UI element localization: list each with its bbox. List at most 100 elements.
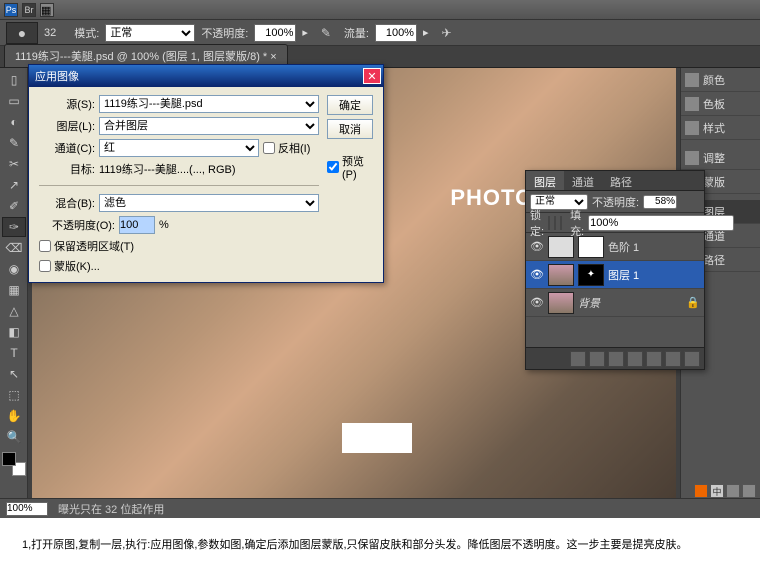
blend-select[interactable]: 滤色 — [99, 194, 319, 212]
layer-opacity-input[interactable] — [643, 195, 677, 209]
swatches-icon — [685, 97, 699, 111]
preserve-trans-checkbox[interactable]: 保留透明区域(T) — [39, 238, 319, 254]
shape-tool[interactable]: ⬚ — [2, 385, 26, 405]
tray-icon[interactable] — [726, 484, 740, 498]
stamp-tool[interactable]: ⌫ — [2, 238, 26, 258]
visibility-icon[interactable]: 👁 — [530, 296, 544, 310]
lock-icon: 🔒 — [686, 296, 700, 309]
layer-opacity-label: 不透明度: — [592, 194, 639, 210]
source-label: 源(S): — [39, 96, 95, 112]
layers-tab[interactable]: 图层 — [526, 171, 564, 190]
preview-checkbox[interactable]: 预览(P) — [327, 153, 373, 181]
br-icon[interactable]: Br — [22, 3, 36, 17]
source-select[interactable]: 1119练习---美腿.psd — [99, 95, 319, 113]
apply-image-dialog: 应用图像 ✕ 源(S): 1119练习---美腿.psd 图层(L): 合并图层… — [28, 64, 384, 283]
view-extras-icon[interactable]: ▦ — [40, 3, 54, 17]
mask-thumb — [578, 236, 604, 258]
target-value: 1119练习---美腿....(..., RGB) — [99, 161, 236, 177]
flow-input[interactable] — [375, 24, 417, 42]
fill-input[interactable] — [588, 215, 734, 231]
zoom-tool[interactable]: 🔍 — [2, 427, 26, 447]
target-label: 目标: — [39, 161, 95, 177]
layer-select[interactable]: 合并图层 — [99, 117, 319, 135]
pct-label: % — [159, 219, 169, 231]
new-fill-icon[interactable] — [627, 351, 643, 367]
status-bar: 曝光只在 32 位起作用 — [0, 498, 760, 518]
new-group-icon[interactable] — [646, 351, 662, 367]
dialog-title-text: 应用图像 — [35, 68, 79, 84]
tray-icon[interactable] — [694, 484, 708, 498]
brush-preset-picker[interactable]: ● — [6, 22, 38, 44]
hand-tool[interactable]: ✋ — [2, 406, 26, 426]
panel-tab-adjust[interactable]: 调整 — [681, 146, 760, 170]
pressure-opacity-icon[interactable]: ✎ — [314, 23, 338, 43]
lock-position-icon[interactable] — [554, 216, 556, 230]
channel-select[interactable]: 红 — [99, 139, 259, 157]
marquee-tool[interactable]: ▭ — [2, 91, 26, 111]
ime-icon[interactable]: 中 — [710, 484, 724, 498]
toolbox: ▯ ▭ ◐ ✎ ✂ ↗ ✐ ✑ ⌫ ◉ ▦ △ ◧ T ↖ ⬚ ✋ 🔍 — [0, 68, 28, 498]
panel-tab-styles[interactable]: 样式 — [681, 116, 760, 140]
blur-tool[interactable]: ◧ — [2, 322, 26, 342]
flow-slider-icon[interactable]: ▸ — [423, 26, 429, 39]
blend-mode-label: 模式: — [74, 25, 99, 41]
lock-pixels-icon[interactable] — [548, 216, 550, 230]
layer-name: 背景 — [578, 295, 600, 311]
opacity-input[interactable] — [254, 24, 296, 42]
opacity-slider-icon[interactable]: ▸ — [302, 26, 308, 39]
channels-tab[interactable]: 通道 — [564, 171, 602, 190]
brush-tool[interactable]: ✑ — [2, 217, 26, 237]
panel-tab-swatches[interactable]: 色板 — [681, 92, 760, 116]
layer-thumb — [548, 292, 574, 314]
brush-size-label: 32 — [44, 27, 56, 39]
opacity-label: 不透明度: — [201, 25, 248, 41]
panel-tab-color[interactable]: 颜色 — [681, 68, 760, 92]
layer-row-layer1[interactable]: 👁 ✦ 图层 1 — [526, 261, 704, 289]
cancel-button[interactable]: 取消 — [327, 119, 373, 139]
eyedropper-tool[interactable]: ↗ — [2, 175, 26, 195]
lasso-tool[interactable]: ◐ — [2, 112, 26, 132]
blend-label: 混合(B): — [39, 195, 95, 211]
tray-icon[interactable] — [742, 484, 756, 498]
zoom-input[interactable] — [6, 502, 48, 516]
crop-tool[interactable]: ✂ — [2, 154, 26, 174]
move-tool[interactable]: ▯ — [2, 70, 26, 90]
fx-icon[interactable] — [589, 351, 605, 367]
channel-label: 通道(C): — [39, 140, 95, 156]
link-layers-icon[interactable] — [570, 351, 586, 367]
healing-tool[interactable]: ✐ — [2, 196, 26, 216]
foreground-color-swatch[interactable] — [2, 452, 16, 466]
new-layer-icon[interactable] — [665, 351, 681, 367]
path-tool[interactable]: ↖ — [2, 364, 26, 384]
color-swatches[interactable] — [2, 452, 26, 476]
layer-row-levels[interactable]: 👁 色阶 1 — [526, 233, 704, 261]
wand-tool[interactable]: ✎ — [2, 133, 26, 153]
layer-label: 图层(L): — [39, 118, 95, 134]
delete-layer-icon[interactable] — [684, 351, 700, 367]
visibility-icon[interactable]: 👁 — [530, 268, 544, 282]
type-tool[interactable]: T — [2, 343, 26, 363]
lock-all-icon[interactable] — [560, 216, 562, 230]
invert-checkbox[interactable]: 反相(I) — [263, 140, 319, 156]
airbrush-icon[interactable]: ✈ — [435, 23, 459, 43]
close-icon[interactable]: ✕ — [363, 68, 381, 84]
adjustment-thumb — [548, 236, 574, 258]
blend-mode-select[interactable]: 正常 — [105, 24, 195, 42]
app-menubar: Ps Br ▦ — [0, 0, 760, 20]
eraser-tool[interactable]: ▦ — [2, 280, 26, 300]
ps-icon[interactable]: Ps — [4, 3, 18, 17]
adjust-icon — [685, 151, 699, 165]
dialog-titlebar[interactable]: 应用图像 ✕ — [29, 65, 383, 87]
visibility-icon[interactable]: 👁 — [530, 240, 544, 254]
dialog-opacity-label: 不透明度(O): — [39, 217, 115, 233]
layer-name: 图层 1 — [608, 267, 639, 283]
add-mask-icon[interactable] — [608, 351, 624, 367]
mask-checkbox[interactable]: 蒙版(K)... — [39, 258, 319, 274]
color-icon — [685, 73, 699, 87]
paths-tab[interactable]: 路径 — [602, 171, 640, 190]
dialog-opacity-input[interactable] — [119, 216, 155, 234]
gradient-tool[interactable]: △ — [2, 301, 26, 321]
layer-row-bg[interactable]: 👁 背景 🔒 — [526, 289, 704, 317]
history-brush-tool[interactable]: ◉ — [2, 259, 26, 279]
ok-button[interactable]: 确定 — [327, 95, 373, 115]
